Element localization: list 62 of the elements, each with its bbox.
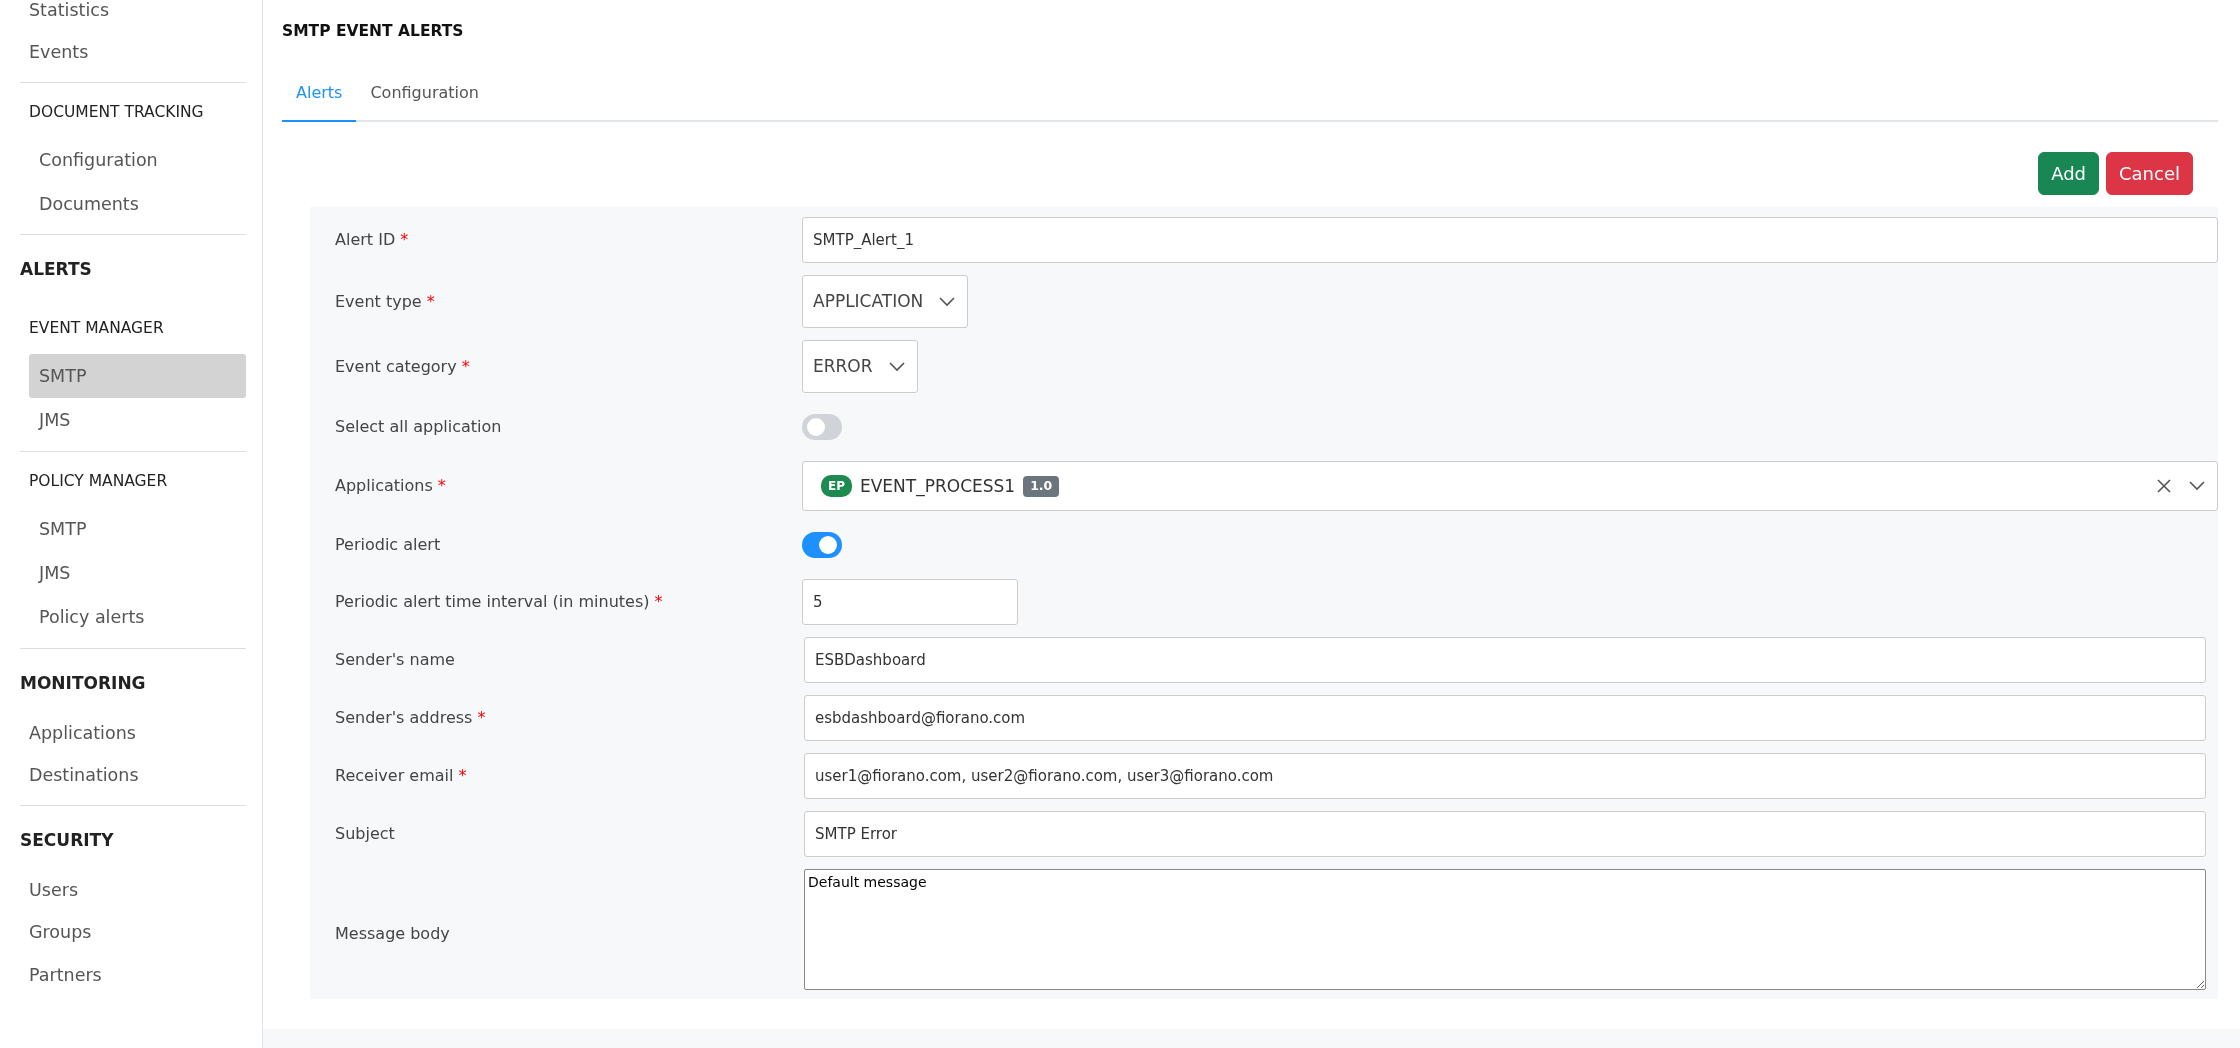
chevron-down-icon xyxy=(888,361,905,372)
sidebar-section-heading: ALERTS xyxy=(20,258,93,282)
field-label: Select all application xyxy=(335,417,502,437)
sidebar-item[interactable]: SMTP xyxy=(29,506,246,551)
sidebar-item[interactable]: Destinations xyxy=(20,754,246,797)
input-field[interactable]: SMTP Error xyxy=(804,811,2206,858)
field-label: Sender's address xyxy=(335,708,473,728)
required-asterisk: * xyxy=(461,356,470,376)
sidebar-section-heading: MONITORING xyxy=(20,671,147,695)
field-label: Applications xyxy=(335,476,433,496)
cancel-button[interactable]: Cancel xyxy=(2106,152,2193,196)
required-asterisk: * xyxy=(426,291,435,311)
sidebar-item[interactable]: Groups xyxy=(20,911,246,954)
sidebar-item[interactable]: Configuration xyxy=(29,137,246,182)
required-asterisk: * xyxy=(458,766,467,786)
input-field[interactable]: 5 xyxy=(802,579,1018,626)
sidebar-item[interactable]: JMS xyxy=(29,551,246,596)
selected-application: EVENT_PROCESS1 xyxy=(860,474,1016,499)
page-title: SMTP EVENT ALERTS xyxy=(282,21,465,42)
input-field[interactable]: ESBDashboard xyxy=(804,637,2206,684)
sidebar-item[interactable]: Documents xyxy=(29,182,246,227)
field-label: Periodic alert xyxy=(335,535,441,555)
field-label: Event category xyxy=(335,356,457,376)
field-label: Periodic alert time interval (in minutes) xyxy=(335,592,650,612)
toggle-switch[interactable] xyxy=(802,532,842,559)
sidebar-item[interactable]: Applications xyxy=(20,712,246,755)
chevron-down-icon[interactable] xyxy=(2189,481,2205,492)
message-textarea[interactable]: Default message xyxy=(804,869,2206,991)
required-asterisk: * xyxy=(400,230,409,250)
sidebar-group-heading: DOCUMENT TRACKING xyxy=(28,101,205,123)
required-asterisk: * xyxy=(477,708,486,728)
input-field[interactable]: SMTP_Alert_1 xyxy=(802,217,2218,264)
tab[interactable]: Configuration xyxy=(356,71,493,123)
chevron-down-icon xyxy=(939,296,956,307)
dropdown[interactable]: APPLICATION xyxy=(802,275,969,329)
sidebar-item[interactable]: Partners xyxy=(20,953,246,996)
field-label: Event type xyxy=(335,291,422,311)
multi-select-field[interactable]: EP EVENT_PROCESS1 1.0 xyxy=(802,461,2218,512)
field-label: Sender's name xyxy=(335,650,455,670)
required-asterisk: * xyxy=(654,592,663,612)
required-asterisk: * xyxy=(437,476,446,496)
field-label: Subject xyxy=(335,824,395,844)
add-button[interactable]: Add xyxy=(2038,152,2099,196)
clear-icon[interactable] xyxy=(2157,479,2171,494)
sidebar-item[interactable]: Users xyxy=(20,869,246,912)
sidebar-group-heading: EVENT MANAGER xyxy=(28,317,165,339)
version-badge: 1.0 xyxy=(1023,475,1060,497)
sidebar-section-heading: SECURITY xyxy=(20,828,115,852)
field-label: Alert ID xyxy=(335,230,396,250)
field-label: Receiver email xyxy=(335,766,454,786)
field-label: Message body xyxy=(335,924,450,944)
app-type-badge: EP xyxy=(821,475,852,498)
input-field[interactable]: user1@fiorano.com, user2@fiorano.com, user3@fiorano.com xyxy=(804,753,2206,800)
dropdown[interactable]: ERROR xyxy=(802,340,918,394)
toggle-switch[interactable] xyxy=(802,414,842,441)
sidebar-item[interactable]: SMTP xyxy=(29,354,246,399)
sidebar-item[interactable]: Policy alerts xyxy=(29,595,246,640)
sidebar-group-heading: POLICY MANAGER xyxy=(28,470,169,492)
sidebar-item[interactable]: Statistics xyxy=(20,0,246,32)
sidebar-item[interactable]: Events xyxy=(20,31,246,74)
sidebar-item[interactable]: JMS xyxy=(29,398,246,443)
input-field[interactable]: esbdashboard@fiorano.com xyxy=(804,695,2206,742)
